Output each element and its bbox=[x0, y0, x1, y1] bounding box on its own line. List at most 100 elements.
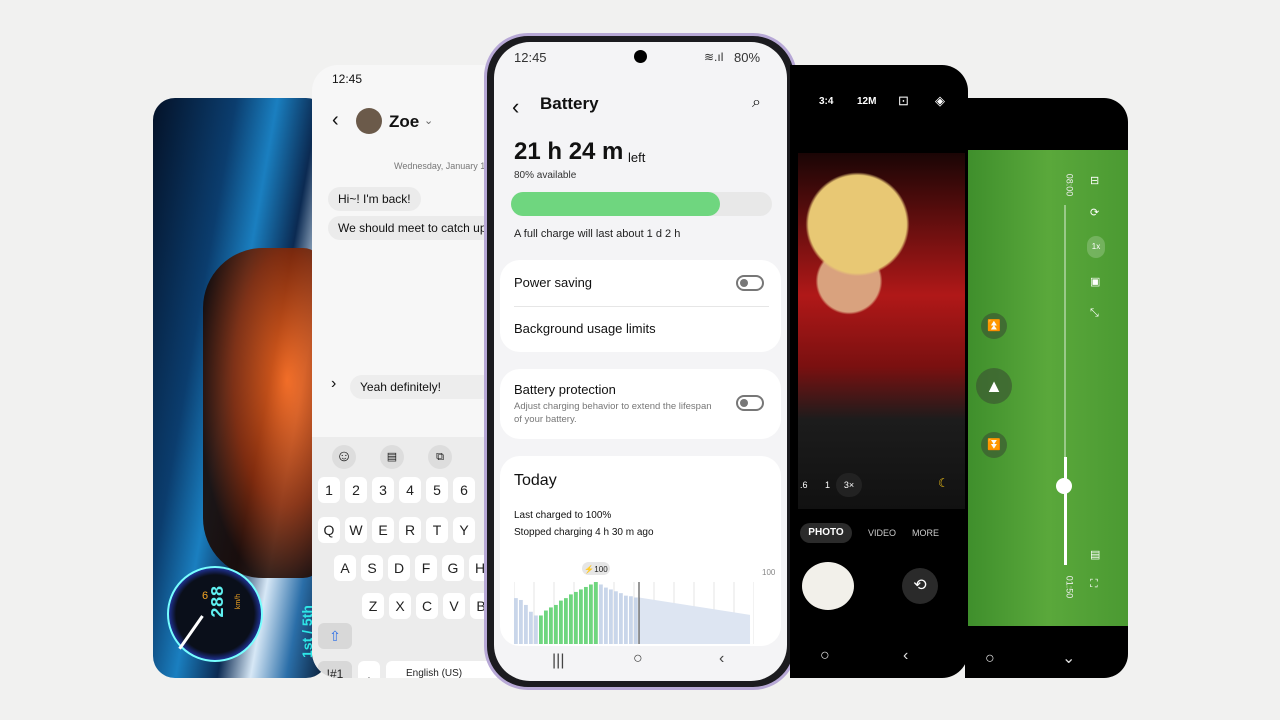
expand-icon[interactable]: › bbox=[331, 375, 336, 393]
today-heading: Today bbox=[514, 472, 557, 489]
rotate-icon[interactable]: ⟳ bbox=[1090, 206, 1099, 219]
play-icon[interactable]: ▲ bbox=[976, 368, 1012, 404]
resolution-button[interactable]: 12M bbox=[857, 96, 876, 107]
key[interactable]: G bbox=[442, 555, 464, 581]
background-limits-row[interactable]: Background usage limits bbox=[500, 306, 781, 352]
key[interactable]: E bbox=[372, 517, 394, 543]
key[interactable]: A bbox=[334, 555, 356, 581]
key[interactable]: D bbox=[388, 555, 410, 581]
keyboard: ☺ ▤ ⧉ 123456QWERTYASDFGHZXCVB ⇧ !#1 , En… bbox=[312, 437, 497, 678]
speed-unit: km/h bbox=[235, 593, 243, 610]
video-frame[interactable]: 08:00 01:50 ⏫ ▲ ⏬ ⊟ ⟳ 1x ▣ ⤡ ▤ ⛶ bbox=[968, 150, 1128, 626]
battery-percent: 80% bbox=[734, 50, 761, 65]
key[interactable]: 3 bbox=[372, 477, 394, 503]
search-icon[interactable]: ⌕ bbox=[752, 94, 761, 112]
protection-label: Battery protection bbox=[514, 382, 616, 397]
key[interactable]: F bbox=[415, 555, 437, 581]
mode-photo[interactable]: PHOTO bbox=[800, 523, 852, 543]
chart-bar bbox=[589, 584, 593, 644]
zoom-0-6[interactable]: .6 bbox=[800, 480, 808, 490]
shift-key[interactable]: ⇧ bbox=[318, 623, 352, 649]
back-icon[interactable]: ‹ bbox=[332, 109, 339, 132]
chart-bar bbox=[514, 598, 518, 644]
fullscreen-icon[interactable]: ⤡ bbox=[1090, 307, 1099, 320]
chart-bar bbox=[529, 611, 533, 644]
chart-bar bbox=[604, 587, 608, 644]
power-saving-label: Power saving bbox=[514, 275, 593, 290]
date-label: Wednesday, January 1 bbox=[394, 161, 486, 171]
key[interactable]: 5 bbox=[426, 477, 448, 503]
contact-name[interactable]: Zoe bbox=[389, 112, 419, 132]
key[interactable]: C bbox=[416, 593, 438, 619]
protection-description: Adjust charging behavior to extend the l… bbox=[514, 401, 712, 425]
back-nav-icon[interactable]: ‹ bbox=[903, 647, 908, 665]
key[interactable]: X bbox=[389, 593, 411, 619]
chart-bar bbox=[554, 604, 558, 644]
back-icon[interactable]: ‹ bbox=[512, 94, 519, 120]
protection-toggle[interactable] bbox=[736, 395, 764, 411]
back-nav-icon[interactable]: ⌄ bbox=[1062, 648, 1075, 668]
gif-icon[interactable]: ▤ bbox=[1090, 548, 1100, 561]
power-saving-toggle[interactable] bbox=[736, 275, 764, 291]
chart-bar bbox=[579, 589, 583, 644]
home-icon[interactable]: ○ bbox=[820, 647, 830, 665]
chevron-down-icon[interactable]: ⌄ bbox=[424, 114, 433, 127]
avatar[interactable] bbox=[356, 108, 382, 134]
key[interactable]: 2 bbox=[345, 477, 367, 503]
zoom-3[interactable]: 3× bbox=[836, 473, 862, 497]
mode-more[interactable]: MORE bbox=[912, 528, 939, 538]
chart-bar bbox=[539, 615, 543, 644]
key[interactable]: Q bbox=[318, 517, 340, 543]
key[interactable]: T bbox=[426, 517, 448, 543]
today-card: Today Last charged to 100% Stopped charg… bbox=[500, 456, 781, 646]
motion-photo-icon[interactable]: ⊡ bbox=[898, 93, 909, 109]
space-key[interactable]: English (US) bbox=[386, 661, 497, 678]
ratio-button[interactable]: 3:4 bbox=[819, 96, 833, 107]
seek-bar[interactable] bbox=[1064, 205, 1067, 565]
mode-video[interactable]: VIDEO bbox=[868, 528, 896, 538]
chart-bar bbox=[534, 615, 538, 644]
key[interactable]: S bbox=[361, 555, 383, 581]
key[interactable]: 1 bbox=[318, 477, 340, 503]
message-input[interactable]: Yeah definitely! bbox=[350, 375, 497, 399]
battery-level-bar bbox=[511, 192, 772, 216]
seek-handle[interactable] bbox=[1056, 478, 1072, 494]
skip-forward-icon[interactable]: ⏫ bbox=[981, 313, 1007, 339]
skip-back-icon[interactable]: ⏬ bbox=[981, 432, 1007, 458]
layers-icon[interactable]: ◈ bbox=[935, 93, 945, 109]
key[interactable]: R bbox=[399, 517, 421, 543]
battery-protection-row[interactable]: Battery protection Adjust charging behav… bbox=[500, 369, 781, 439]
back-nav-icon[interactable]: ‹ bbox=[719, 650, 724, 668]
symbols-key[interactable]: !#1 bbox=[318, 661, 352, 678]
speed-readout: 288 bbox=[209, 585, 229, 618]
home-icon[interactable]: ○ bbox=[985, 650, 995, 668]
speed-button[interactable]: 1x bbox=[1087, 236, 1105, 258]
key[interactable]: 4 bbox=[399, 477, 421, 503]
shutter-button[interactable] bbox=[802, 562, 854, 610]
home-icon[interactable]: ○ bbox=[633, 650, 643, 668]
key[interactable]: V bbox=[443, 593, 465, 619]
key[interactable]: Z bbox=[362, 593, 384, 619]
gauge-needle bbox=[178, 615, 204, 650]
sticker-icon[interactable]: ▤ bbox=[380, 445, 404, 469]
translate-icon[interactable]: ⧉ bbox=[428, 445, 452, 469]
emoji-icon[interactable]: ☺ bbox=[332, 445, 356, 469]
chart-bar bbox=[559, 600, 563, 644]
key[interactable]: Y bbox=[453, 517, 475, 543]
switch-camera-icon[interactable]: ⟲ bbox=[902, 568, 938, 604]
chart-bar bbox=[549, 607, 553, 644]
popup-icon[interactable]: ▣ bbox=[1090, 275, 1100, 288]
chart-bar bbox=[624, 595, 628, 644]
power-saving-row[interactable]: Power saving bbox=[500, 260, 781, 306]
capture-icon[interactable]: ⛶ bbox=[1090, 578, 1098, 591]
lock-icon[interactable]: ⊟ bbox=[1090, 174, 1099, 187]
zoom-1[interactable]: 1 bbox=[825, 480, 830, 490]
key[interactable]: W bbox=[345, 517, 367, 543]
comma-key[interactable]: , bbox=[358, 661, 380, 678]
night-mode-icon[interactable]: ☾ bbox=[938, 476, 949, 490]
game-phone: 6 288 km/h 1st / 5th bbox=[153, 98, 328, 678]
status-time: 12:45 bbox=[332, 72, 363, 86]
viewfinder[interactable] bbox=[798, 153, 968, 509]
key[interactable]: 6 bbox=[453, 477, 475, 503]
recents-icon[interactable]: ||| bbox=[552, 652, 564, 670]
